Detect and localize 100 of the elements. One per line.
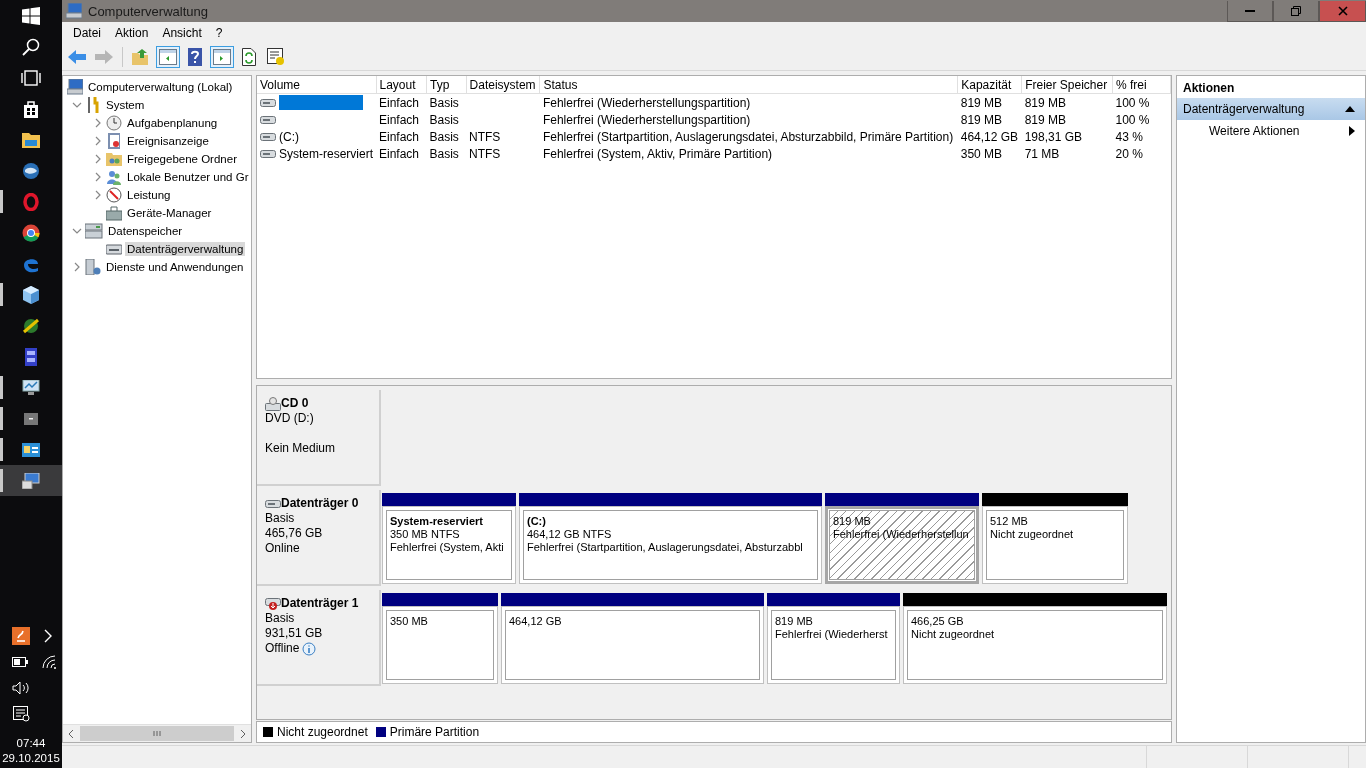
table-cell: 100 % — [1115, 112, 1150, 127]
partition-info: Fehlerfrei (Wiederherst — [775, 628, 889, 641]
tree-item[interactable]: Ereignisanzeige — [125, 134, 211, 148]
computer-icon[interactable] — [22, 472, 40, 489]
minimize-icon — [1245, 9, 1255, 12]
menu-item[interactable]: Aktion — [108, 26, 156, 40]
refresh-document-icon[interactable] — [242, 48, 256, 66]
scrollbar-thumb[interactable] — [80, 726, 234, 741]
partition-info: 512 MB — [990, 515, 1029, 528]
column-header[interactable]: Dateisystem — [466, 76, 540, 94]
orb-icon[interactable] — [22, 316, 40, 335]
collapse-caret-icon — [1345, 106, 1355, 112]
column-header[interactable]: Layout — [376, 76, 427, 94]
menu-item[interactable]: Datei — [66, 26, 108, 40]
battery-icon[interactable] — [12, 657, 28, 667]
table-cell: Einfach — [379, 146, 420, 161]
action-section[interactable]: Datenträgerverwaltung — [1177, 98, 1365, 120]
disk-info: Kein Medium — [265, 441, 336, 456]
table-cell: Fehlerfrei (Wiederherstellungspartition) — [542, 112, 751, 127]
table-cell: 819 MB — [1024, 112, 1067, 127]
table-cell: Basis — [429, 129, 459, 144]
tree-item[interactable]: Leistung — [125, 188, 173, 202]
column-header[interactable]: Freier Speicher — [1021, 76, 1113, 94]
table-cell: Fehlerfrei (Startpartition, Auslagerungsdatei, Absturzabbild, Primäre Partition) — [542, 129, 954, 144]
info-icon[interactable] — [302, 641, 317, 656]
pane-title: Aktionen — [1182, 80, 1236, 97]
clock-date[interactable]: 29.10.2015 — [2, 752, 60, 764]
table-cell: NTFS — [469, 146, 501, 161]
table-cell: 819 MB — [1024, 95, 1067, 110]
help-icon[interactable] — [188, 48, 202, 66]
disk-info: Offline — [265, 641, 300, 656]
partition-info: 350 MB — [390, 615, 429, 628]
tree-item[interactable]: Datenträgerverwaltung — [125, 242, 246, 256]
submenu-caret-icon — [1349, 126, 1355, 136]
table-cell: NTFS — [469, 129, 501, 144]
disk-info: Basis — [265, 611, 295, 626]
computer-icon — [67, 79, 83, 95]
clock-icon — [106, 115, 122, 131]
globe-icon[interactable] — [22, 161, 40, 180]
menu-item[interactable]: Ansicht — [155, 26, 209, 40]
menu-item[interactable]: ? — [208, 26, 230, 40]
close-icon — [1337, 5, 1348, 16]
disk-name: Datenträger 1 — [281, 596, 359, 611]
app-icon[interactable] — [12, 627, 30, 645]
tree-item[interactable]: Freigegebene Ordner — [125, 152, 239, 166]
device-manager-icon — [106, 205, 122, 221]
tree-item[interactable]: Aufgabenplanung — [125, 116, 220, 130]
table-cell: System-reserviert — [279, 146, 373, 161]
shared-folder-icon — [106, 151, 122, 167]
partition-info: 819 MB — [833, 515, 872, 528]
tree-item[interactable]: System — [104, 98, 147, 112]
partition-info: Nicht zugeordnet — [990, 528, 1075, 541]
server-gear-icon — [85, 259, 101, 275]
table-cell: 819 MB — [960, 112, 1003, 127]
search-icon[interactable] — [22, 37, 40, 56]
column-header[interactable]: % frei — [1112, 76, 1171, 94]
column-header[interactable]: Volume — [257, 76, 376, 94]
notification-icon[interactable] — [12, 706, 30, 722]
partition-info: 350 MB NTFS — [390, 528, 461, 541]
column-header[interactable]: Status — [539, 76, 958, 94]
disk-info: Basis — [265, 511, 295, 526]
tree-item[interactable]: Computerverwaltung (Lokal) — [86, 80, 235, 94]
table-cell: Einfach — [379, 95, 420, 110]
taskbar-button[interactable] — [0, 465, 62, 496]
disk-info: 465,76 GB — [265, 526, 323, 541]
action-item[interactable]: Weitere Aktionen — [1177, 120, 1365, 142]
partition-info: Nicht zugeordnet — [911, 628, 996, 641]
cd-drive-icon — [265, 396, 281, 411]
table-cell: Fehlerfrei (Wiederherstellungspartition) — [542, 95, 751, 110]
id-card-icon[interactable] — [22, 442, 40, 457]
monitor-chart-icon[interactable] — [22, 379, 40, 396]
windows-logo-icon[interactable] — [22, 6, 40, 25]
partition-info: 464,12 GB NTFS — [527, 528, 613, 541]
tree-item[interactable]: Dienste und Anwendungen — [104, 260, 246, 274]
cube-icon[interactable] — [23, 285, 39, 304]
task-view-icon[interactable] — [21, 69, 41, 86]
folder-icon[interactable] — [22, 131, 40, 148]
partition-info: 464,12 GB — [509, 615, 563, 628]
gauge-icon — [106, 187, 122, 203]
table-cell: Basis — [429, 146, 459, 161]
column-header[interactable]: Kapazität — [957, 76, 1022, 94]
wifi-icon[interactable] — [42, 655, 56, 669]
table-cell: 43 % — [1115, 129, 1143, 144]
restore-button[interactable] — [1273, 0, 1319, 22]
column-header[interactable]: Typ — [426, 76, 467, 94]
film-strip-icon[interactable] — [25, 347, 37, 366]
restore-icon — [1291, 5, 1301, 16]
ring-icon[interactable] — [23, 192, 39, 211]
computer-icon — [66, 3, 82, 19]
tree-item[interactable]: Datenspeicher — [106, 224, 185, 238]
table-cell: 20 % — [1115, 146, 1143, 161]
tree-item[interactable]: Lokale Benutzer und Gr — [125, 170, 251, 184]
close-button[interactable] — [1319, 0, 1366, 22]
wheel-icon[interactable] — [22, 223, 40, 242]
chevron-icon[interactable] — [44, 629, 52, 643]
device-icon[interactable] — [24, 412, 38, 425]
volume-icon[interactable] — [12, 681, 30, 695]
clock-time[interactable]: 07:44 — [16, 737, 46, 749]
tree-item[interactable]: Geräte-Manager — [125, 206, 214, 220]
shopping-bag-icon[interactable] — [23, 99, 39, 118]
